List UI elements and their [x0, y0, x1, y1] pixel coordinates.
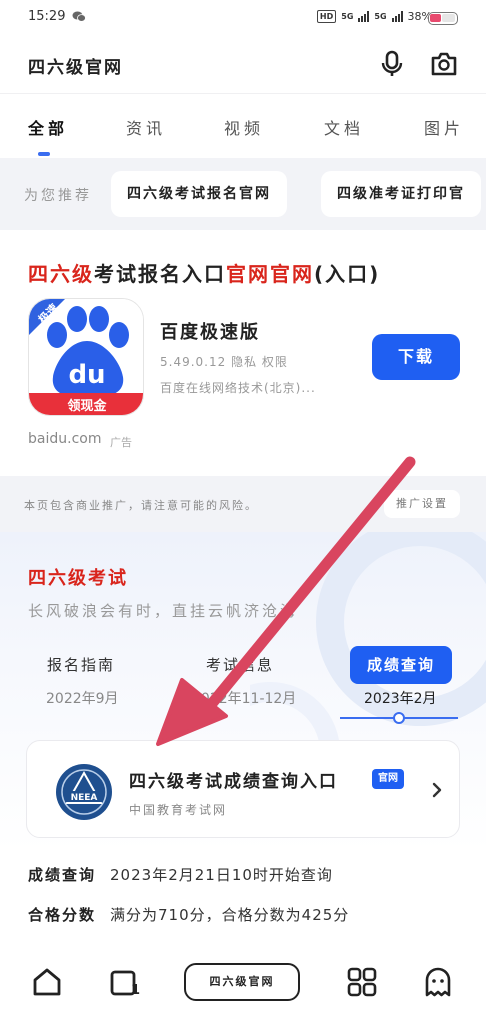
- apps-icon[interactable]: [346, 966, 378, 998]
- signal-bars-icon: [391, 11, 403, 22]
- info-label: 成绩查询: [28, 866, 97, 884]
- exam-subtitle: 长风破浪会有时，直挂云帆济沧海: [28, 602, 299, 620]
- ad-title-text: 考试报名入口: [94, 262, 226, 286]
- exam-tab-dot: [393, 712, 405, 724]
- tabs-icon[interactable]: 1: [108, 966, 140, 998]
- signal-bars-icon: [358, 11, 370, 22]
- home-icon[interactable]: [31, 966, 63, 998]
- app-icon-word: du: [68, 360, 105, 390]
- recommend-label: 为您推荐: [24, 188, 92, 204]
- official-badge: 官网: [372, 769, 404, 789]
- tab-docs[interactable]: 文档: [324, 115, 364, 139]
- exam-title: 四六级考试: [28, 568, 128, 589]
- exam-section: 四六级考试 长风破浪会有时，直挂云帆济沧海 报名指南 2022年9月 考试信息 …: [0, 532, 486, 852]
- status-bar: 15:29 HD 5G 5G 38%: [0, 0, 486, 36]
- info-row: 成绩查询 2023年2月21日10时开始查询: [28, 864, 333, 885]
- info-row: 合格分数 满分为710分，合格分数为425分: [28, 904, 349, 925]
- neea-logo-icon: NEEA: [56, 764, 112, 820]
- official-site-card[interactable]: NEEA 四六级考试成绩查询入口 官网 中国教育考试网: [26, 740, 460, 838]
- info-value: 满分为710分，合格分数为425分: [110, 906, 350, 924]
- ad-title-highlight: 四六级: [28, 262, 94, 286]
- network-label-1: 5G: [341, 12, 354, 21]
- exam-tab-scores[interactable]: 成绩查询: [350, 646, 452, 684]
- network-label-2: 5G: [374, 12, 387, 21]
- official-site-subtitle: 中国教育考试网: [129, 803, 228, 817]
- neea-logo-text: NEEA: [71, 793, 98, 803]
- app-name[interactable]: 百度极速版: [160, 318, 260, 344]
- baidu-app-icon[interactable]: du 极速 领现金: [28, 298, 144, 416]
- exam-tab-info[interactable]: 考试信息: [206, 654, 274, 675]
- battery-icon: [428, 12, 458, 25]
- exam-tab-registration[interactable]: 报名指南: [47, 654, 115, 675]
- wechat-icon: [72, 11, 86, 22]
- exam-tab-date: 2023年2月: [364, 691, 437, 707]
- baidu-paw-logo-icon: du 极速 领现金: [29, 299, 143, 415]
- promotion-settings-button[interactable]: 推广设置: [384, 490, 460, 518]
- ad-title-highlight: 官网官网: [226, 262, 314, 286]
- ghost-icon[interactable]: [422, 966, 454, 998]
- tab-count: 1: [131, 983, 140, 998]
- search-header: 四六级官网: [0, 36, 486, 94]
- download-button[interactable]: 下载: [372, 334, 460, 380]
- status-time: 15:29: [28, 9, 66, 24]
- ad-result-card[interactable]: 四六级考试报名入口官网官网(入口) du 极速 领现金 百度极速版 5.49.0…: [0, 230, 486, 476]
- info-value: 2023年2月21日10时开始查询: [110, 866, 333, 884]
- result-tabs: 全部 资讯 视频 文档 图片: [0, 95, 486, 157]
- app-meta[interactable]: 5.49.0.12 隐私 权限: [160, 353, 288, 370]
- chevron-right-icon[interactable]: [431, 781, 443, 799]
- ad-notice: 本页包含商业推广，请注意可能的风险。 推广设置: [0, 476, 486, 532]
- ad-tag: 广告: [110, 436, 132, 449]
- hd-badge: HD: [316, 10, 337, 23]
- app-company: 百度在线网络技术(北京)...: [160, 381, 316, 395]
- ad-domain: baidu.com: [28, 431, 102, 447]
- info-label: 合格分数: [28, 906, 97, 924]
- tab-images[interactable]: 图片: [424, 115, 464, 139]
- ad-result-title[interactable]: 四六级考试报名入口官网官网(入口): [28, 258, 380, 287]
- camera-icon[interactable]: [430, 51, 458, 77]
- tab-news[interactable]: 资讯: [126, 115, 166, 139]
- exam-tab-date: 2022年9月: [46, 691, 119, 707]
- official-site-title[interactable]: 四六级考试成绩查询入口: [129, 767, 338, 792]
- recommend-strip: 为您推荐 四六级考试报名官网 四级准考证打印官: [0, 158, 486, 230]
- bottom-search-pill[interactable]: 四六级官网: [184, 963, 300, 1001]
- exam-tab-date: 2022年11-12月: [192, 691, 297, 707]
- tab-video[interactable]: 视频: [224, 115, 264, 139]
- notice-text: 本页包含商业推广，请注意可能的风险。: [24, 499, 258, 512]
- tab-active-indicator: [38, 152, 50, 156]
- recommend-chip[interactable]: 四六级考试报名官网: [111, 171, 287, 217]
- ad-title-text: (入口): [314, 262, 381, 286]
- tab-all[interactable]: 全部: [28, 115, 68, 139]
- mic-icon[interactable]: [379, 50, 405, 78]
- recommend-chip[interactable]: 四级准考证打印官: [321, 171, 481, 217]
- app-icon-banner: 领现金: [67, 398, 107, 414]
- bottom-nav: 1 四六级官网: [0, 944, 486, 1020]
- search-query-title[interactable]: 四六级官网: [28, 53, 123, 78]
- status-indicators: HD 5G 5G 38%: [316, 10, 432, 23]
